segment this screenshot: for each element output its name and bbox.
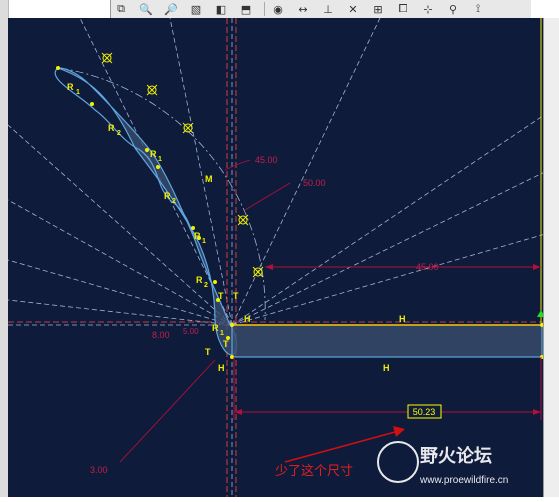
right-panel-edge: [543, 18, 559, 497]
datum-points-icon[interactable]: ⚲: [443, 1, 463, 17]
sketch-svg[interactable]: 45.00 50.00 45.00 8.00 5.00 3.00 50.23 R…: [7, 17, 559, 497]
svg-text:H: H: [399, 314, 406, 324]
svg-text:1: 1: [220, 330, 224, 337]
canvas-background: [8, 18, 559, 497]
view-orientation-icon[interactable]: ⬒: [236, 1, 256, 17]
svg-text:T: T: [223, 339, 229, 349]
svg-text:R: R: [194, 231, 201, 241]
svg-text:R: R: [67, 82, 74, 92]
svg-text:2: 2: [172, 198, 176, 205]
svg-text:H: H: [218, 363, 225, 373]
dimension-8[interactable]: 8.00: [152, 330, 170, 340]
sketch-dimensions-icon[interactable]: ↔: [293, 1, 313, 17]
dimension-45-top[interactable]: 45.00: [255, 155, 278, 165]
grid-icon[interactable]: ✕: [343, 1, 363, 17]
view-toolbar: ⧉ 🔍 🔎 ▧ ◧ ⬒ ◉ ↔ ⊥ ✕ ⊞ ⧠ ⊹ ⚲ ⟟: [110, 0, 531, 19]
sketch-canvas[interactable]: 45.00 50.00 45.00 8.00 5.00 3.00 50.23 R…: [7, 17, 559, 497]
svg-text:M: M: [205, 174, 213, 184]
svg-text:R: R: [196, 275, 203, 285]
camera-icon[interactable]: ◉: [268, 1, 288, 17]
svg-text:R: R: [164, 191, 171, 201]
svg-text:H: H: [244, 314, 251, 324]
datum-planes-icon[interactable]: ⧠: [393, 1, 413, 17]
svg-text:T: T: [205, 347, 211, 357]
svg-text:1: 1: [76, 89, 80, 96]
watermark-url: www.proewildfire.cn: [419, 475, 508, 486]
zoom-box-icon[interactable]: ⧉: [111, 1, 131, 17]
svg-text:1: 1: [158, 156, 162, 163]
dimension-3[interactable]: 3.00: [90, 465, 108, 475]
svg-text:H: H: [383, 363, 390, 373]
svg-text:R: R: [108, 123, 115, 133]
coordinate-systems-icon[interactable]: ⟟: [468, 1, 488, 17]
refit-icon[interactable]: ▧: [186, 1, 206, 17]
svg-text:2: 2: [204, 282, 208, 289]
zoom-out-icon[interactable]: 🔎: [161, 1, 181, 17]
vertices-icon[interactable]: ⊞: [368, 1, 388, 17]
dimension-5[interactable]: 5.00: [183, 327, 199, 336]
svg-text:T: T: [233, 291, 239, 301]
dimension-50-top[interactable]: 50.00: [303, 178, 326, 188]
svg-text:R: R: [150, 149, 157, 159]
annotation-comment: 少了这个尺寸: [275, 463, 353, 478]
display-style-icon[interactable]: ◧: [211, 1, 231, 17]
dimension-50-23[interactable]: 50.23: [413, 407, 436, 417]
svg-text:R: R: [212, 323, 219, 333]
datum-axes-icon[interactable]: ⊹: [418, 1, 438, 17]
sketch-constraints-icon[interactable]: ⊥: [318, 1, 338, 17]
watermark-name: 野火论坛: [420, 445, 492, 466]
toolbar-separator: [264, 2, 265, 16]
zoom-in-icon[interactable]: 🔍: [136, 1, 156, 17]
svg-text:1: 1: [202, 238, 206, 245]
svg-text:T: T: [218, 291, 224, 301]
svg-text:2: 2: [117, 130, 121, 137]
rectangle-body[interactable]: [231, 324, 543, 358]
dimension-45-right[interactable]: 45.00: [416, 262, 439, 272]
